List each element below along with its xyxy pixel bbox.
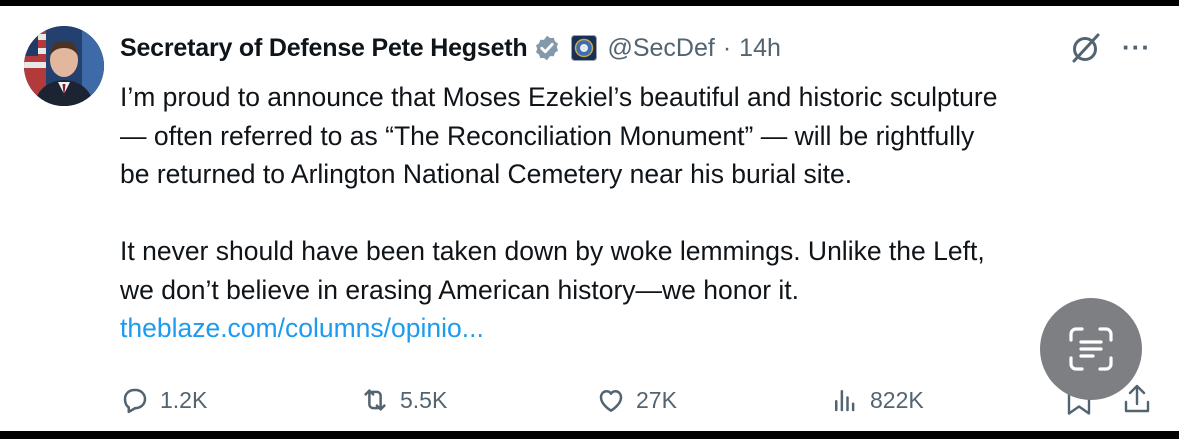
- avatar[interactable]: [24, 26, 104, 106]
- views-button[interactable]: 822K: [830, 380, 924, 420]
- tweet-header: Secretary of Defense Pete Hegseth @SecDe…: [120, 28, 781, 68]
- like-count: 27K: [636, 386, 677, 413]
- grok-icon[interactable]: [1068, 30, 1104, 66]
- text-line: be returned to Arlington National Cemete…: [120, 159, 853, 189]
- author-name[interactable]: Secretary of Defense Pete Hegseth: [120, 34, 528, 63]
- article-link[interactable]: theblaze.com/columns/opinio...: [120, 309, 1160, 348]
- avatar-image: [24, 26, 104, 106]
- separator-dot: ·: [722, 33, 732, 62]
- author-handle[interactable]: @SecDef: [607, 34, 714, 63]
- reply-count: 1.2K: [160, 386, 208, 413]
- tweet-text: I’m proud to announce that Moses Ezekiel…: [120, 78, 1160, 348]
- repost-icon: [364, 389, 386, 411]
- views-icon: [835, 390, 855, 412]
- text-line: we don’t believe in erasing American his…: [120, 274, 800, 305]
- action-bar: 1.2K 5.5K 27K 822K: [120, 380, 1160, 420]
- verified-badge-icon: [536, 35, 559, 61]
- text-line: — often referred to as “The Reconciliati…: [120, 120, 975, 151]
- more-options-button[interactable]: ···: [1122, 32, 1151, 63]
- dod-seal-icon[interactable]: [571, 35, 598, 61]
- view-count: 822K: [870, 386, 924, 413]
- tweet-card[interactable]: Secretary of Defense Pete Hegseth @SecDe…: [0, 6, 1179, 431]
- repost-count: 5.5K: [400, 386, 448, 413]
- heart-icon: [599, 390, 623, 412]
- text-scan-icon: [1069, 327, 1113, 371]
- text-line: It never should have been taken down by …: [120, 236, 985, 266]
- repost-button[interactable]: 5.5K: [360, 380, 447, 420]
- text-scan-button[interactable]: [1040, 298, 1142, 400]
- timestamp[interactable]: 14h: [739, 34, 781, 63]
- text-line: I’m proud to announce that Moses Ezekiel…: [120, 82, 998, 112]
- like-button[interactable]: 27K: [596, 380, 677, 420]
- reply-icon: [123, 388, 147, 414]
- share-icon[interactable]: [1122, 382, 1152, 416]
- reply-button[interactable]: 1.2K: [120, 380, 207, 420]
